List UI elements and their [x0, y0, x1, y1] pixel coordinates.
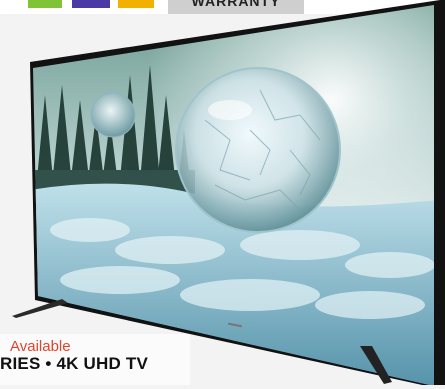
- availability-status: Available: [10, 338, 71, 355]
- tv-product-image: [0, 0, 445, 389]
- tv-illustration: [12, 0, 445, 389]
- tv-stand-left: [12, 299, 68, 318]
- frozen-bubble-small: [90, 92, 136, 138]
- frozen-bubble-large: [175, 67, 341, 233]
- product-series-title[interactable]: RIES • 4K UHD TV: [0, 354, 148, 374]
